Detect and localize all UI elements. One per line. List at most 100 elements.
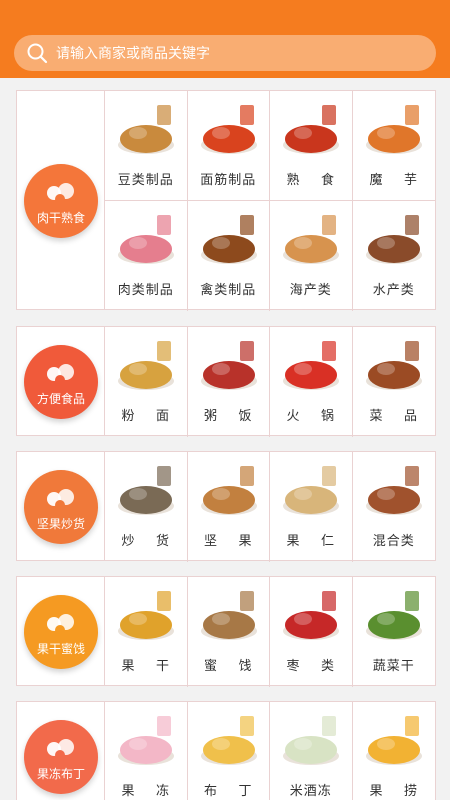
noodle-bowl-icon	[47, 364, 74, 385]
subcategory-label: 果 干	[121, 659, 171, 674]
jujube-icon	[283, 591, 339, 640]
cooked-food-icon	[283, 105, 339, 154]
subcategory-item[interactable]: 蜜 饯	[188, 577, 270, 687]
leaf-icon	[47, 614, 74, 635]
category-list: 肉干熟食 豆类制品 面筋制品 熟 食 魔 芋肉类制品 禽类制品 海产类 水产类方便食品粉 面 粥…	[0, 78, 450, 800]
subcategory-item[interactable]: 肉类制品	[105, 201, 188, 311]
subcategory-item[interactable]: 面筋制品	[187, 91, 270, 201]
subcategory-item[interactable]: 坚 果	[188, 452, 270, 562]
category-section: 坚果炒货炒 货 坚 果 果 仁 混合类	[16, 451, 436, 562]
category-header[interactable]: 果干蜜饯	[17, 577, 105, 685]
subcategory-label: 火 锅	[286, 409, 336, 424]
category-section: 果干蜜饯果 干 蜜 饯 枣 类 蔬菜干	[16, 576, 436, 687]
subcategory-label: 蔬菜干	[372, 659, 415, 674]
poultry-icon	[200, 215, 257, 264]
product-grid: 炒 货 坚 果 果 仁 混合类	[105, 452, 435, 562]
category-header[interactable]: 方便食品	[17, 327, 105, 435]
mixed-nuts-icon	[365, 466, 422, 515]
subcategory-label: 粥 饭	[203, 409, 253, 424]
subcategory-item[interactable]: 枣 类	[270, 577, 353, 687]
pudding-icon	[47, 739, 74, 760]
subcategory-item[interactable]: 粉 面	[105, 327, 188, 437]
subcategory-item[interactable]: 炒 货	[105, 452, 188, 562]
category-section: 肉干熟食 豆类制品 面筋制品 熟 食 魔 芋肉类制品 禽类制品 海产类 水产类	[16, 90, 436, 311]
dried-fruit-icon	[118, 591, 174, 640]
category-section: 果冻布丁果 冻 布 丁 米酒冻 果 捞	[16, 701, 436, 800]
jelly-icon	[118, 716, 174, 765]
category-label: 方便食品	[36, 392, 85, 406]
subcategory-item[interactable]: 禽类制品	[188, 201, 270, 311]
category-header[interactable]: 果冻布丁	[17, 702, 105, 800]
subcategory-item[interactable]: 豆类制品	[105, 91, 188, 201]
ham-icon	[118, 215, 174, 264]
subcategory-label: 果 仁	[286, 534, 336, 549]
fruit-cup-icon	[365, 716, 422, 765]
subcategory-label: 肉类制品	[117, 283, 174, 298]
subcategory-label: 面筋制品	[200, 173, 257, 188]
header-bar: 请输入商家或商品关键字	[0, 0, 450, 78]
rice-porridge-icon	[200, 341, 257, 390]
subcategory-label: 混合类	[372, 534, 415, 549]
subcategory-label: 豆类制品	[117, 173, 174, 188]
product-grid: 果 干 蜜 饯 枣 类 蔬菜干	[105, 577, 435, 687]
product-grid: 豆类制品 面筋制品 熟 食 魔 芋肉类制品 禽类制品 海产类 水产类	[105, 91, 435, 311]
category-section: 方便食品粉 面 粥 饭 火 锅 菜 品	[16, 326, 436, 437]
subcategory-item[interactable]: 果 捞	[353, 702, 436, 800]
subcategory-item[interactable]: 火 锅	[270, 327, 353, 437]
category-badge[interactable]: 坚果炒货	[24, 470, 98, 544]
hotpot-icon	[283, 341, 339, 390]
subcategory-item[interactable]: 水产类	[353, 201, 436, 311]
subcategory-item[interactable]: 蔬菜干	[353, 577, 436, 687]
category-header[interactable]: 坚果炒货	[17, 452, 105, 560]
subcategory-label: 粉 面	[121, 409, 171, 424]
subcategory-item[interactable]: 混合类	[353, 452, 436, 562]
subcategory-label: 菜 品	[369, 409, 419, 424]
subcategory-label: 熟 食	[286, 173, 336, 188]
subcategory-label: 海产类	[289, 283, 332, 298]
tofu-snack-icon	[118, 105, 174, 154]
category-header[interactable]: 肉干熟食	[17, 91, 105, 309]
meat-icon	[47, 183, 74, 204]
category-badge[interactable]: 方便食品	[24, 345, 98, 419]
category-label: 果冻布丁	[36, 767, 85, 781]
category-badge[interactable]: 肉干熟食	[24, 164, 98, 238]
subcategory-item[interactable]: 魔 芋	[352, 91, 435, 201]
category-label: 坚果炒货	[36, 517, 85, 531]
konjac-icon	[365, 105, 422, 154]
dried-veg-icon	[365, 591, 422, 640]
subcategory-item[interactable]: 果 冻	[105, 702, 188, 800]
sunflower-seeds-icon	[118, 466, 174, 515]
seafood-icon	[283, 215, 339, 264]
rice-wine-jelly-icon	[283, 716, 339, 765]
subcategory-item[interactable]: 果 仁	[270, 452, 353, 562]
subcategory-item[interactable]: 粥 饭	[188, 327, 270, 437]
cashew-icon	[283, 466, 339, 515]
subcategory-item[interactable]: 果 干	[105, 577, 188, 687]
search-input[interactable]: 请输入商家或商品关键字	[56, 43, 210, 63]
category-label: 果干蜜饯	[36, 642, 85, 656]
category-badge[interactable]: 果冻布丁	[24, 720, 98, 794]
subcategory-item[interactable]: 米酒冻	[270, 702, 353, 800]
subcategory-label: 水产类	[372, 283, 415, 298]
category-badge[interactable]: 果干蜜饯	[24, 595, 98, 669]
subcategory-item[interactable]: 菜 品	[353, 327, 436, 437]
subcategory-label: 果 冻	[121, 784, 171, 799]
almond-icon	[200, 466, 257, 515]
subcategory-label: 炒 货	[121, 534, 171, 549]
category-label: 肉干熟食	[36, 211, 85, 225]
subcategory-item[interactable]: 海产类	[270, 201, 353, 311]
dish-icon	[365, 341, 422, 390]
seed-icon	[47, 489, 74, 510]
search-bar[interactable]: 请输入商家或商品关键字	[14, 35, 436, 71]
subcategory-item[interactable]: 布 丁	[188, 702, 270, 800]
search-icon	[27, 43, 48, 64]
subcategory-label: 果 捞	[369, 784, 419, 799]
product-grid: 果 冻 布 丁 米酒冻 果 捞	[105, 702, 435, 800]
subcategory-label: 禽类制品	[200, 283, 257, 298]
subcategory-label: 蜜 饯	[203, 659, 253, 674]
subcategory-label: 米酒冻	[289, 784, 332, 799]
spicy-strip-icon	[200, 105, 257, 154]
subcategory-item[interactable]: 熟 食	[270, 91, 353, 201]
candied-fruit-icon	[200, 591, 257, 640]
subcategory-label: 枣 类	[286, 659, 336, 674]
